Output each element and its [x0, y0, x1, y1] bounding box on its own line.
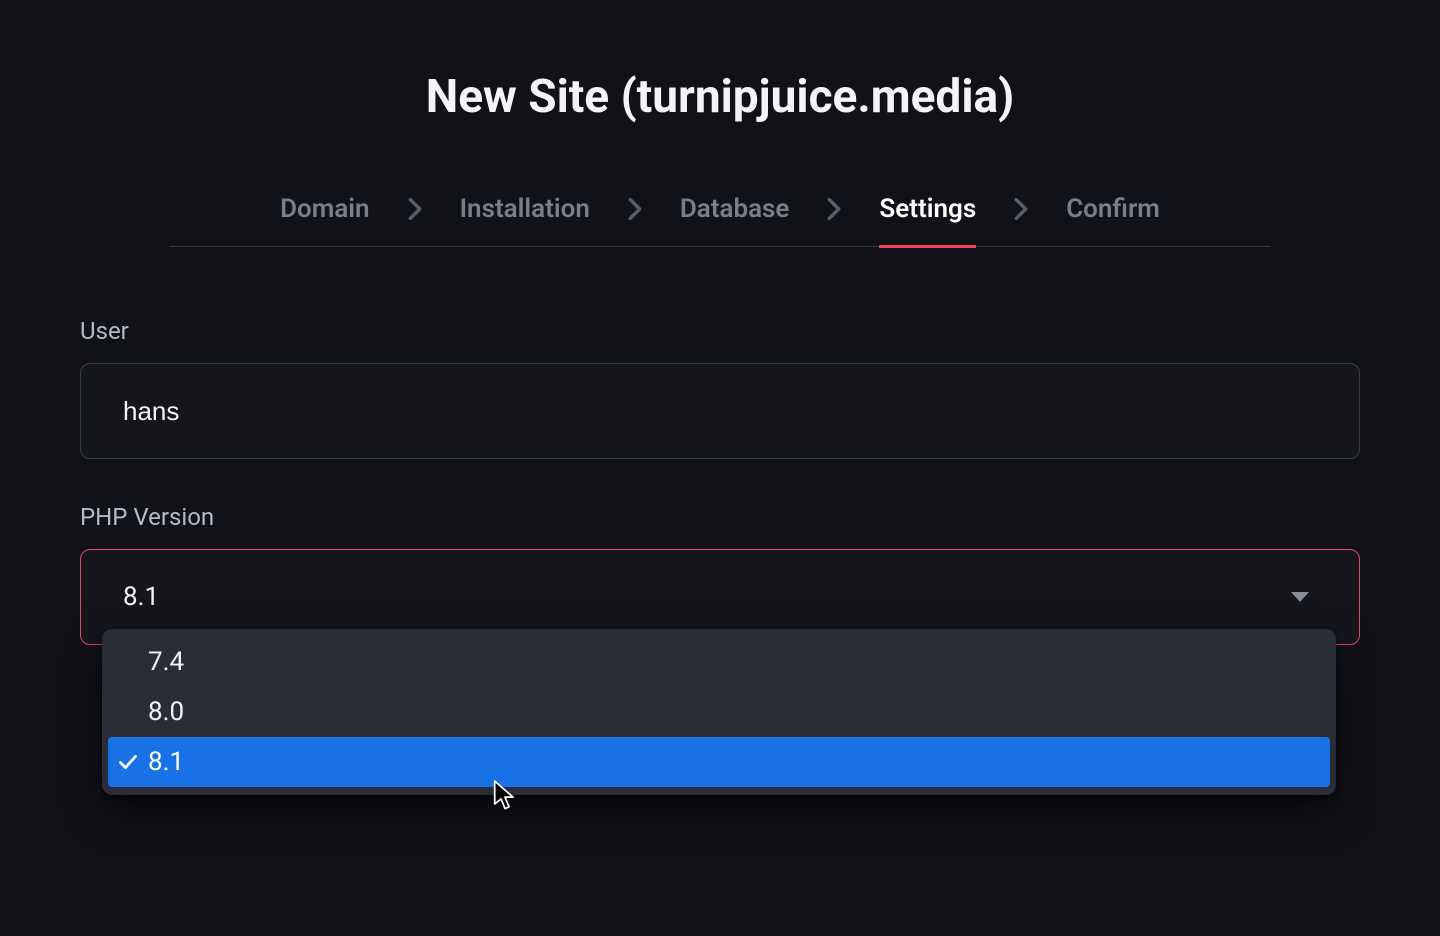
step-installation[interactable]: Installation — [460, 194, 590, 224]
php-option-label: 8.1 — [148, 747, 184, 777]
step-domain[interactable]: Domain — [280, 194, 369, 224]
user-input[interactable] — [80, 363, 1360, 459]
caret-down-icon — [1291, 592, 1309, 602]
step-settings[interactable]: Settings — [879, 194, 976, 224]
php-option-8-1[interactable]: 8.1 — [108, 737, 1330, 787]
php-version-selected-value: 8.1 — [123, 582, 159, 612]
page-title: New Site (turnipjuice.media) — [80, 70, 1360, 124]
php-option-label: 8.0 — [148, 697, 184, 727]
step-database[interactable]: Database — [680, 194, 790, 224]
chevron-right-icon — [827, 198, 841, 220]
php-version-dropdown: 7.4 8.0 8.1 — [102, 629, 1336, 795]
php-option-label: 7.4 — [148, 647, 184, 677]
stepper: Domain Installation Database Settings Co… — [170, 194, 1270, 247]
check-icon — [118, 752, 138, 772]
php-version-field: PHP Version 8.1 7.4 — [80, 503, 1360, 645]
step-confirm[interactable]: Confirm — [1066, 194, 1160, 224]
php-option-7-4[interactable]: 7.4 — [108, 637, 1330, 687]
php-option-8-0[interactable]: 8.0 — [108, 687, 1330, 737]
chevron-right-icon — [408, 198, 422, 220]
chevron-right-icon — [1014, 198, 1028, 220]
user-field: User — [80, 317, 1360, 459]
php-version-label: PHP Version — [80, 503, 1360, 531]
chevron-right-icon — [628, 198, 642, 220]
settings-form: User PHP Version 8.1 7.4 — [80, 317, 1360, 645]
user-label: User — [80, 317, 1360, 345]
